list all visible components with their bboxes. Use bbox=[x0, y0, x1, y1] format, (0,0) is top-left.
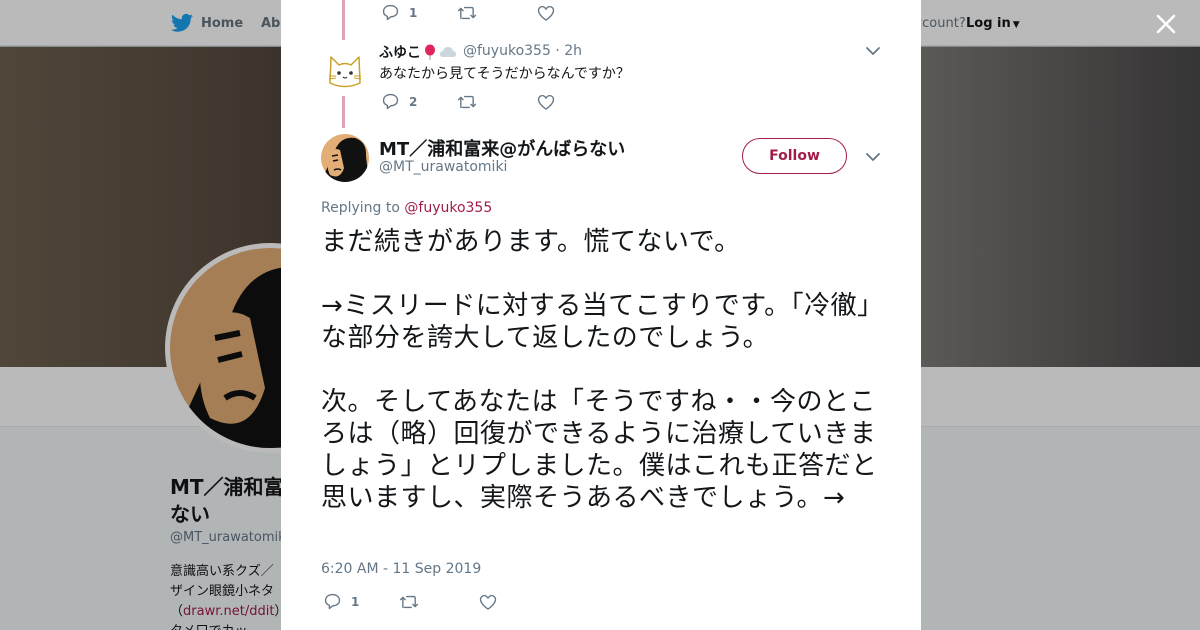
main-tweet-text: まだ続きがあります。慌てないで。 →ミスリードに対する当てこすりです。「冷徹」な… bbox=[321, 227, 884, 513]
thread-line bbox=[342, 96, 345, 128]
tweet-timestamp[interactable]: 6:20 AM - 11 Sep 2019 bbox=[321, 561, 481, 577]
main-more-button[interactable] bbox=[865, 149, 881, 165]
retweet-icon bbox=[458, 6, 477, 19]
chevron-down-icon bbox=[866, 153, 880, 161]
replying-to-line: Replying to @fuyuko355 bbox=[321, 200, 492, 216]
chevron-down-icon bbox=[866, 47, 880, 55]
like-action[interactable] bbox=[537, 5, 555, 21]
retweet-icon bbox=[458, 95, 477, 108]
reply-author-label: ふゆこ bbox=[379, 45, 421, 61]
main-tweet-avatar[interactable] bbox=[321, 134, 369, 182]
caricature-face-icon bbox=[321, 137, 369, 182]
replying-mention-link[interactable]: @fuyuko355 bbox=[404, 200, 492, 216]
retweet-action[interactable] bbox=[399, 594, 419, 610]
main-author-name[interactable]: MT／浦和富来@がんばらない bbox=[379, 135, 625, 161]
retweet-action[interactable] bbox=[457, 94, 477, 110]
like-icon bbox=[538, 94, 555, 110]
main-tweet-actions: 1 bbox=[323, 593, 497, 610]
cat-avatar-icon bbox=[328, 56, 362, 88]
reply-handle-time[interactable]: @fuyuko355 · 2h bbox=[463, 43, 582, 59]
like-action[interactable] bbox=[537, 94, 555, 110]
cloud-emoji-icon bbox=[440, 47, 456, 57]
like-icon bbox=[480, 594, 497, 610]
reply-author-name[interactable]: ふゆこ bbox=[379, 42, 457, 62]
reply-count: 1 bbox=[409, 5, 418, 20]
close-button[interactable] bbox=[1154, 12, 1178, 36]
prev-tweet-actions: 1 bbox=[381, 4, 555, 21]
like-action[interactable] bbox=[479, 594, 497, 610]
like-icon bbox=[538, 5, 555, 21]
replying-prefix: Replying to bbox=[321, 200, 405, 216]
close-icon bbox=[1156, 14, 1176, 34]
thread-line bbox=[342, 0, 345, 40]
reply-icon bbox=[382, 4, 399, 21]
reply-icon bbox=[382, 93, 399, 110]
main-author-handle[interactable]: @MT_urawatomiki bbox=[379, 159, 507, 175]
retweet-icon bbox=[400, 595, 419, 608]
follow-button[interactable]: Follow bbox=[742, 138, 847, 174]
reply-count: 2 bbox=[409, 94, 418, 109]
retweet-action[interactable] bbox=[457, 5, 477, 21]
reply-count: 1 bbox=[351, 594, 360, 609]
reply-text: あなたから見てそうだからなんですか？ bbox=[379, 66, 630, 82]
reply-more-button[interactable] bbox=[865, 43, 881, 59]
reply-icon bbox=[324, 593, 341, 610]
reply-action[interactable]: 1 bbox=[323, 593, 359, 610]
reply-action[interactable]: 1 bbox=[381, 4, 417, 21]
reply-action[interactable]: 2 bbox=[381, 93, 417, 110]
reply-tweet-actions: 2 bbox=[381, 93, 555, 110]
reply-avatar[interactable] bbox=[321, 43, 369, 91]
balloon-emoji-icon bbox=[425, 44, 435, 60]
